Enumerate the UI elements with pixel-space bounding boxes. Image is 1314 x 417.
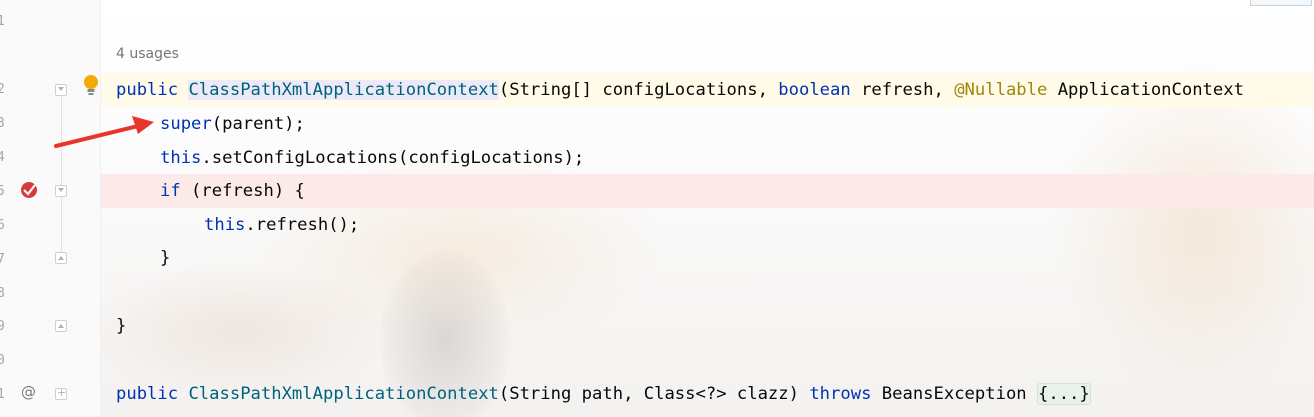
code-line-constructor-signature-2[interactable]: public ClassPathXmlApplicationContext(St… (116, 377, 1091, 411)
line-number: 8 (0, 286, 5, 301)
keyword: public (116, 80, 179, 100)
line-number: 6 (0, 218, 5, 233)
code-line-super-call[interactable]: super(parent); (160, 107, 305, 141)
code-text: .setConfigLocations(configLocations); (201, 148, 585, 168)
code-line-close-brace[interactable]: } (160, 241, 170, 275)
code-editor[interactable]: 1 2 3 4 5 6 7 8 9 0 1 @ 4 usages public … (0, 0, 1314, 417)
annotation: @Nullable (954, 80, 1048, 100)
keyword: public (116, 384, 179, 404)
line-number: 1 (0, 14, 5, 29)
folded-code-block[interactable]: {...} (1037, 383, 1091, 405)
code-text: BeansException (871, 384, 1037, 404)
code-line-close-brace[interactable]: } (116, 309, 126, 343)
code-text: .refresh(); (245, 215, 360, 235)
code-line-refresh-call[interactable]: this.refresh(); (204, 208, 359, 242)
scroll-indicator[interactable] (1250, 0, 1312, 6)
usages-inlay-hint[interactable]: 4 usages (116, 46, 179, 62)
code-text: (refresh) { (180, 181, 305, 201)
fold-end-icon[interactable] (55, 320, 67, 332)
keyword: this (204, 215, 246, 235)
line-number: 4 (0, 150, 5, 165)
keyword: super (160, 114, 212, 134)
fold-end-icon[interactable] (55, 252, 67, 264)
breakpoint-icon[interactable] (20, 181, 38, 199)
keyword: throws (809, 384, 872, 404)
code-text: ApplicationContext (1047, 80, 1244, 100)
code-text: refresh, (850, 80, 955, 100)
at-icon[interactable]: @ (21, 383, 36, 401)
background-art-right (1050, 60, 1314, 400)
code-line-set-config[interactable]: this.setConfigLocations(configLocations)… (160, 141, 584, 175)
code-text: (parent); (211, 114, 305, 134)
line-number: 9 (0, 319, 5, 334)
annotation-arrow (54, 116, 154, 148)
fold-expand-icon[interactable] (55, 386, 67, 400)
code-text: (String path, Class<?> clazz) (498, 384, 810, 404)
code-text: (String[] configLocations, (498, 80, 779, 100)
code-line-constructor-signature[interactable]: public ClassPathXmlApplicationContext(St… (116, 73, 1244, 107)
lightbulb-icon[interactable] (82, 74, 100, 98)
line-number: 5 (0, 184, 5, 199)
fold-collapse-icon[interactable] (55, 185, 67, 197)
line-number: 0 (0, 353, 5, 368)
line-number: 7 (0, 252, 5, 267)
line-number: 3 (0, 116, 5, 131)
keyword: boolean (778, 80, 851, 100)
constructor-name[interactable]: ClassPathXmlApplicationContext (188, 384, 498, 404)
line-number: 1 (0, 387, 5, 402)
fold-collapse-icon[interactable] (55, 84, 67, 96)
line-number: 2 (0, 82, 5, 97)
constructor-name[interactable]: ClassPathXmlApplicationContext (188, 80, 499, 100)
keyword: this (160, 148, 202, 168)
keyword: if (160, 181, 181, 201)
editor-gutter[interactable] (0, 0, 101, 417)
code-line-if-refresh[interactable]: if (refresh) { (160, 174, 305, 208)
